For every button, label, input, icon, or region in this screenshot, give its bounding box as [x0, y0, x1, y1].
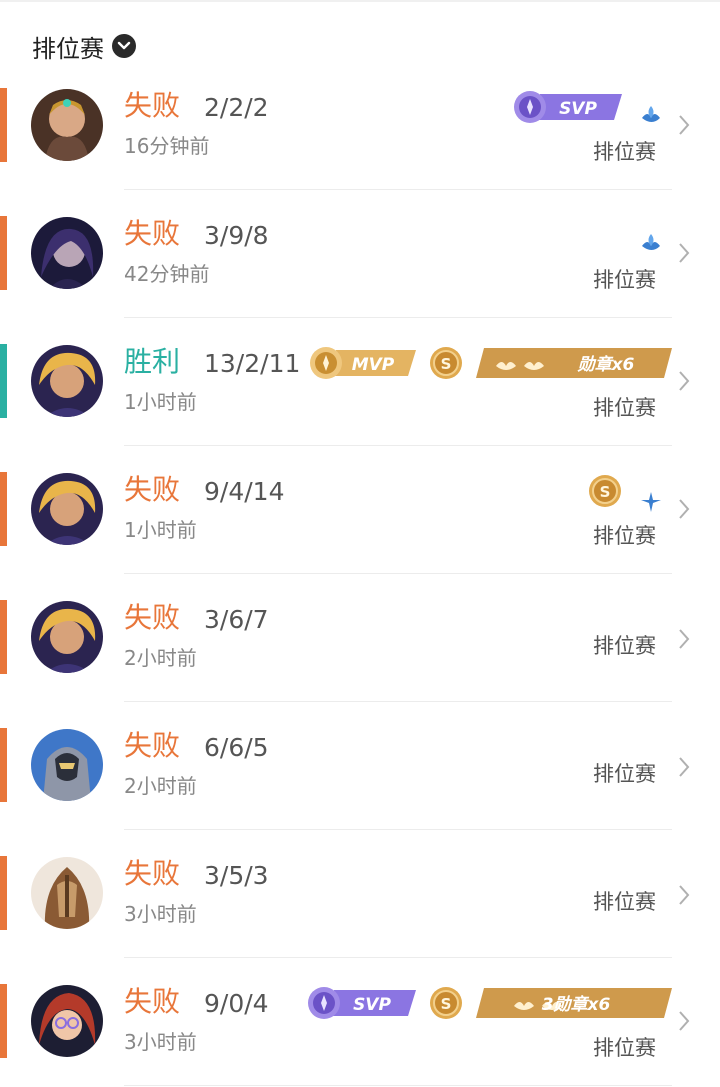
match-time: 1小时前 [124, 518, 197, 542]
match-row[interactable]: 胜利 13/2/11 1小时前 MVP S 勋章x6 排位赛 [0, 318, 720, 446]
hero-avatar [31, 345, 103, 417]
match-result: 失败 [124, 473, 181, 506]
match-time: 3小时前 [124, 902, 197, 926]
medal-badge: 勋章x6 [476, 348, 672, 378]
loss-indicator-bar [0, 600, 7, 674]
loss-indicator-bar [0, 856, 7, 930]
top-divider [0, 0, 720, 2]
row-divider [124, 1085, 672, 1086]
match-row[interactable]: 失败 9/4/14 1小时前 S 排位赛 [0, 446, 720, 574]
hero-avatar [31, 985, 103, 1057]
kda-score: 6/6/5 [204, 733, 269, 762]
match-row[interactable]: 失败 2/2/2 16分钟前 SVP 排位赛 [0, 62, 720, 190]
chevron-right-icon[interactable] [678, 756, 690, 782]
kda-score: 3/5/3 [204, 861, 269, 890]
kda-score: 3/6/7 [204, 605, 269, 634]
chevron-right-icon[interactable] [678, 498, 690, 524]
game-mode: 排位赛 [593, 268, 656, 292]
medal-badge: 3勋章x6 [476, 988, 672, 1018]
svp-badge: SVP [304, 986, 418, 1020]
kda-score: 3/9/8 [204, 221, 269, 250]
chevron-right-icon[interactable] [678, 884, 690, 910]
game-mode: 排位赛 [593, 890, 656, 914]
svg-text:S: S [441, 995, 452, 1013]
mvp-label: MVP [352, 355, 395, 375]
match-result: 失败 [124, 601, 181, 634]
chevron-right-icon[interactable] [678, 370, 690, 396]
compass-icon [638, 490, 664, 514]
game-mode: 排位赛 [593, 524, 656, 548]
loss-indicator-bar [0, 472, 7, 546]
hero-avatar [31, 89, 103, 161]
loss-indicator-bar [0, 88, 7, 162]
chevron-right-icon[interactable] [678, 114, 690, 140]
match-time: 1小时前 [124, 390, 197, 414]
game-mode: 排位赛 [593, 762, 656, 786]
game-mode: 排位赛 [593, 140, 656, 164]
kda-score: 9/4/14 [204, 477, 285, 506]
hero-avatar [31, 857, 103, 929]
loss-indicator-bar [0, 984, 7, 1058]
match-time: 16分钟前 [124, 134, 210, 158]
match-row[interactable]: 失败 6/6/5 2小时前 排位赛 [0, 702, 720, 830]
match-row[interactable]: 失败 3/5/3 3小时前 排位赛 [0, 830, 720, 958]
mode-filter-label: 排位赛 [32, 34, 104, 63]
medal-label: 勋章x6 [577, 355, 635, 375]
match-row[interactable]: 失败 3/6/7 2小时前 排位赛 [0, 574, 720, 702]
kda-score: 2/2/2 [204, 93, 269, 122]
match-result: 失败 [124, 729, 181, 762]
svg-text:S: S [441, 355, 452, 373]
match-time: 3小时前 [124, 1030, 197, 1054]
game-mode: 排位赛 [593, 396, 656, 420]
s-coin-icon: S [429, 346, 463, 380]
svp-label: SVP [559, 99, 597, 119]
kda-score: 13/2/11 [204, 349, 301, 378]
match-time: 42分钟前 [124, 262, 210, 286]
chevron-right-icon[interactable] [678, 242, 690, 268]
match-time: 2小时前 [124, 646, 197, 670]
loss-indicator-bar [0, 728, 7, 802]
s-coin-icon: S [429, 986, 463, 1020]
lotus-icon [638, 232, 664, 256]
win-indicator-bar [0, 344, 7, 418]
match-time: 2小时前 [124, 774, 197, 798]
svp-label: SVP [353, 995, 391, 1015]
s-coin-icon: S [588, 474, 622, 508]
chevron-right-icon[interactable] [678, 628, 690, 654]
game-mode: 排位赛 [593, 634, 656, 658]
svg-text:S: S [600, 483, 611, 501]
match-result: 失败 [124, 985, 181, 1018]
match-result: 胜利 [124, 345, 181, 378]
loss-indicator-bar [0, 216, 7, 290]
hero-avatar [31, 217, 103, 289]
match-result: 失败 [124, 217, 181, 250]
hero-avatar [31, 473, 103, 545]
medal-label: 3勋章x6 [542, 995, 611, 1015]
match-result: 失败 [124, 89, 181, 122]
game-mode: 排位赛 [593, 1036, 656, 1060]
chevron-down-icon [112, 34, 136, 58]
match-result: 失败 [124, 857, 181, 890]
match-row[interactable]: 失败 9/0/4 3小时前 SVP S 3勋章x6 排位赛 [0, 958, 720, 1086]
chevron-right-icon[interactable] [678, 1010, 690, 1036]
svp-badge: SVP [510, 90, 624, 124]
lotus-icon [638, 104, 664, 128]
hero-avatar [31, 729, 103, 801]
match-row[interactable]: 失败 3/9/8 42分钟前 排位赛 [0, 190, 720, 318]
kda-score: 9/0/4 [204, 989, 269, 1018]
mode-filter-dropdown[interactable]: 排位赛 [32, 28, 136, 64]
mvp-badge: MVP [306, 346, 418, 380]
hero-avatar [31, 601, 103, 673]
